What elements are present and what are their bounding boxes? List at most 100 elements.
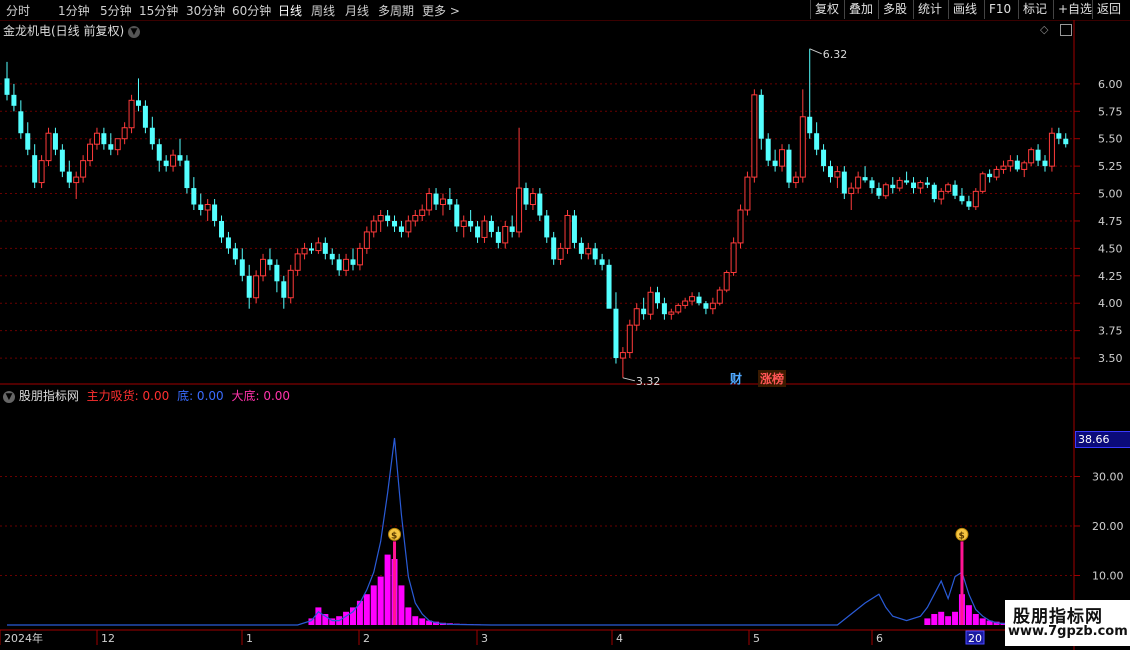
candle-body	[799, 116, 806, 178]
candle-body	[1048, 132, 1055, 167]
candle-body	[807, 116, 813, 134]
candle-body	[329, 253, 335, 260]
indicator-bar	[363, 594, 370, 625]
candle-body	[267, 259, 273, 265]
indicator-bar	[979, 618, 986, 625]
candle-body	[301, 247, 308, 255]
candle-body	[758, 94, 764, 139]
indicator-bar	[931, 614, 938, 625]
candle-body	[405, 220, 412, 233]
candle-body	[869, 180, 875, 189]
candle-body	[66, 171, 72, 183]
candle-body	[911, 182, 917, 189]
candle-body	[1028, 149, 1035, 164]
candle-body	[827, 166, 833, 178]
candle-body	[426, 193, 433, 211]
candle-body	[945, 184, 952, 192]
candle-body	[475, 226, 481, 238]
x-axis-label: 4	[616, 632, 623, 645]
indicator-bar	[377, 576, 384, 625]
candle-body	[641, 308, 647, 315]
candle-body	[626, 324, 633, 354]
candle-body	[896, 179, 903, 189]
candle-body	[73, 176, 80, 184]
candle-body	[654, 292, 660, 304]
candle-body	[779, 149, 786, 167]
candle-body	[765, 138, 771, 161]
candle-body	[163, 160, 169, 167]
candle-body	[523, 188, 529, 205]
candle-body	[931, 184, 937, 200]
candle-body	[1021, 162, 1028, 170]
candle-body	[841, 171, 847, 194]
candle-body	[108, 144, 114, 150]
candle-body	[356, 247, 363, 266]
candle-body	[495, 231, 501, 243]
candle-body	[592, 248, 598, 260]
candle-body	[606, 264, 612, 309]
x-axis-label: 2	[363, 632, 370, 645]
indicator-bar	[952, 611, 959, 625]
indicator-bar	[924, 618, 931, 625]
indicator-menu-icon[interactable]: ▼	[3, 390, 15, 403]
candle-body	[468, 220, 474, 227]
candle-body	[689, 296, 696, 302]
candle-body	[149, 127, 155, 145]
candle-body	[59, 149, 65, 172]
candle-body	[350, 259, 356, 265]
candle-body	[128, 99, 135, 129]
candle-body	[93, 132, 100, 145]
x-axis-cursor-label: 20	[968, 632, 982, 645]
candle-body	[814, 133, 820, 150]
candle-body	[184, 160, 190, 189]
candle-body	[212, 204, 218, 221]
high-pointer	[809, 48, 822, 55]
candle-body	[281, 281, 287, 298]
watermark-url: www.7gpzb.com	[1008, 624, 1128, 639]
price-tick-label: 5.25	[1098, 160, 1123, 173]
candle-body	[633, 308, 640, 326]
candle-body	[619, 352, 626, 359]
candle-body	[412, 214, 419, 222]
candle-body	[744, 176, 751, 211]
badge-finance[interactable]: 财	[730, 370, 742, 387]
price-tick-label: 4.00	[1098, 297, 1123, 310]
low-pointer	[622, 377, 636, 382]
candle-body	[232, 248, 238, 260]
candle-body	[239, 259, 245, 276]
price-tick-label: 5.00	[1098, 188, 1123, 201]
badge-limit-up-list[interactable]: 涨榜	[758, 370, 787, 387]
candle-body	[979, 173, 986, 192]
candle-body	[225, 237, 231, 249]
indicator-bar	[315, 607, 322, 625]
price-tick-label: 4.75	[1098, 215, 1123, 228]
candle-body	[439, 198, 446, 206]
indicator-tick-label: 10.00	[1092, 569, 1124, 582]
candle-body	[25, 133, 31, 150]
indicator-line1-label: 主力吸货: 0.00	[86, 389, 170, 403]
candle-body	[502, 225, 509, 244]
price-tick-label: 3.50	[1098, 352, 1123, 365]
candle-body	[647, 291, 654, 315]
candle-body	[952, 184, 958, 196]
candle-body	[509, 226, 515, 232]
candle-body	[834, 171, 841, 178]
candle-body	[959, 195, 965, 202]
candle-body	[890, 184, 896, 189]
candle-body	[191, 188, 197, 205]
candle-body	[882, 184, 889, 197]
candle-body	[198, 204, 204, 210]
candle-body	[1014, 160, 1020, 170]
candle-body	[308, 248, 314, 251]
candle-body	[1063, 138, 1069, 145]
candle-body	[363, 231, 370, 249]
candle-body	[370, 220, 377, 233]
stock-chart[interactable]: 6.00 5.75 5.50 5.25 5.00 4.75 4.50 4.25 4.00 3.75…	[0, 0, 1130, 650]
candle-body	[723, 272, 730, 291]
candle-body	[87, 143, 94, 162]
indicator-bar	[398, 585, 405, 625]
x-axis-label: 3	[481, 632, 488, 645]
indicator-bar	[384, 554, 391, 625]
candle-body	[821, 149, 827, 167]
candle-body	[537, 193, 543, 216]
